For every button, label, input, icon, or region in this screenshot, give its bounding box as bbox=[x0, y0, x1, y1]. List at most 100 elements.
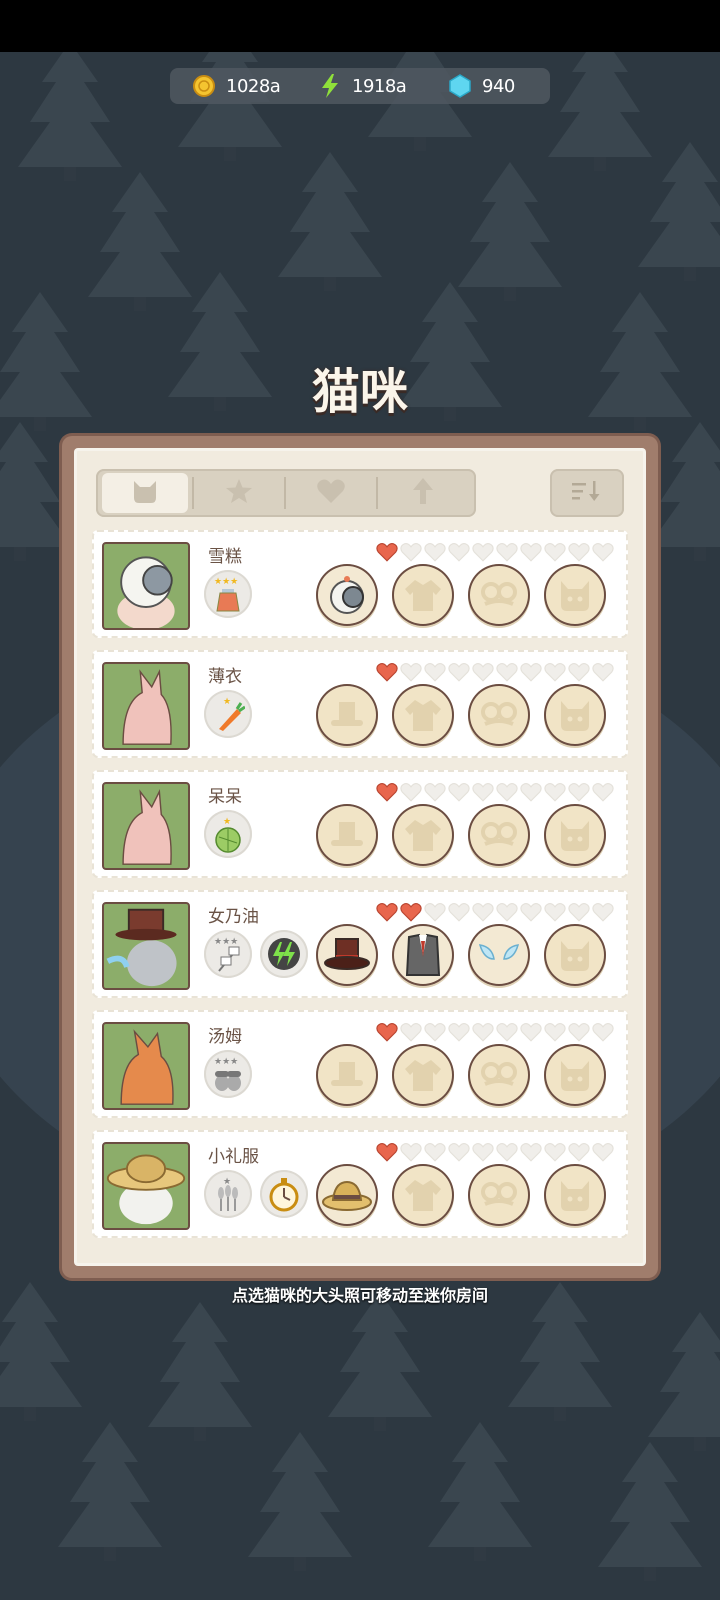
affection-hearts bbox=[376, 902, 616, 922]
cat-portrait[interactable] bbox=[102, 542, 190, 630]
affection-hearts bbox=[376, 1142, 616, 1162]
clothes-slot[interactable] bbox=[392, 1164, 454, 1226]
heart-empty-icon bbox=[496, 1022, 520, 1042]
heart-empty-icon bbox=[520, 782, 544, 802]
heart-empty-icon bbox=[520, 902, 544, 922]
hat-slot[interactable] bbox=[316, 684, 378, 746]
heart-empty-icon bbox=[568, 902, 592, 922]
heart-empty-icon bbox=[472, 542, 496, 562]
accessory-slot[interactable] bbox=[468, 1164, 530, 1226]
heart-empty-icon bbox=[472, 902, 496, 922]
heart-empty-icon bbox=[424, 902, 448, 922]
cat-row: 薄衣 ★ bbox=[92, 650, 628, 758]
lightning-icon bbox=[318, 74, 342, 98]
heart-empty-icon bbox=[520, 1142, 544, 1162]
heart-filled-icon bbox=[376, 542, 400, 562]
straw-hat-icon[interactable] bbox=[316, 1164, 378, 1226]
heart-empty-icon bbox=[424, 1022, 448, 1042]
top-hat-icon[interactable] bbox=[316, 924, 378, 986]
accessory-slot[interactable] bbox=[468, 684, 530, 746]
energy-counter: 1918a bbox=[318, 74, 407, 98]
heart-filled-icon bbox=[376, 1022, 400, 1042]
heart-empty-icon bbox=[400, 662, 424, 682]
face-slot[interactable] bbox=[544, 1044, 606, 1106]
face-slot[interactable] bbox=[544, 804, 606, 866]
svg-text:★: ★ bbox=[223, 697, 231, 707]
star-icon bbox=[225, 478, 253, 508]
accessory-slot[interactable] bbox=[468, 1044, 530, 1106]
cat-portrait[interactable] bbox=[102, 662, 190, 750]
page-title: 猫咪 bbox=[311, 364, 408, 420]
cat-portrait[interactable] bbox=[102, 782, 190, 870]
heart-filled-icon bbox=[376, 782, 400, 802]
skill-double-energy-icon[interactable] bbox=[260, 930, 308, 978]
heart-empty-icon bbox=[592, 1022, 616, 1042]
skill-cabbage-1star-icon[interactable]: ★ bbox=[204, 810, 252, 858]
heart-empty-icon bbox=[400, 542, 424, 562]
currency-bar: 1028a 1918a 940 bbox=[170, 68, 550, 104]
heart-empty-icon bbox=[448, 1022, 472, 1042]
hat-slot[interactable] bbox=[316, 804, 378, 866]
svg-text:★★★: ★★★ bbox=[214, 1057, 238, 1067]
face-slot[interactable] bbox=[544, 924, 606, 986]
heart-empty-icon bbox=[448, 782, 472, 802]
skill-acorn-3star-icon[interactable]: ★★★ bbox=[204, 1050, 252, 1098]
heart-empty-icon bbox=[592, 902, 616, 922]
cat-portrait[interactable] bbox=[102, 1142, 190, 1230]
sort-button[interactable] bbox=[550, 469, 624, 517]
skill-stopwatch-icon[interactable] bbox=[260, 1170, 308, 1218]
skill-wheat-1star-icon[interactable]: ★ bbox=[204, 1170, 252, 1218]
accessory-slot[interactable] bbox=[468, 564, 530, 626]
cat-row: 汤姆 ★★★ bbox=[92, 1010, 628, 1118]
cat-row: 女乃油 ★★★ bbox=[92, 890, 628, 998]
heart-empty-icon bbox=[592, 1142, 616, 1162]
tab-upgrade[interactable] bbox=[380, 473, 466, 513]
heart-empty-icon bbox=[592, 542, 616, 562]
svg-text:★★★: ★★★ bbox=[214, 937, 238, 947]
tab-heart[interactable] bbox=[288, 473, 374, 513]
heart-empty-icon bbox=[472, 662, 496, 682]
heart-empty-icon bbox=[424, 662, 448, 682]
skill-carrot-1star-icon[interactable]: ★ bbox=[204, 690, 252, 738]
hat-slot[interactable] bbox=[316, 1044, 378, 1106]
gem-icon bbox=[448, 74, 472, 98]
up-arrow-icon bbox=[411, 477, 435, 509]
cat-portrait[interactable] bbox=[102, 902, 190, 990]
heart-empty-icon bbox=[592, 782, 616, 802]
helmet-icon[interactable] bbox=[316, 564, 378, 626]
heart-empty-icon bbox=[472, 1142, 496, 1162]
heart-empty-icon bbox=[568, 542, 592, 562]
clothes-slot[interactable] bbox=[392, 1044, 454, 1106]
cat-portrait[interactable] bbox=[102, 1022, 190, 1110]
heart-empty-icon bbox=[568, 1142, 592, 1162]
svg-text:★★★: ★★★ bbox=[214, 577, 238, 587]
face-slot[interactable] bbox=[544, 564, 606, 626]
affection-hearts bbox=[376, 542, 616, 562]
tab-cats[interactable] bbox=[102, 473, 188, 513]
heart-empty-icon bbox=[472, 1022, 496, 1042]
heart-empty-icon bbox=[592, 662, 616, 682]
cat-row: 呆呆 ★ bbox=[92, 770, 628, 878]
clothes-slot[interactable] bbox=[392, 564, 454, 626]
wings-icon[interactable] bbox=[468, 924, 530, 986]
clothes-slot[interactable] bbox=[392, 684, 454, 746]
tab-star[interactable] bbox=[196, 473, 282, 513]
coin-icon bbox=[192, 74, 216, 98]
heart-empty-icon bbox=[400, 1142, 424, 1162]
heart-empty-icon bbox=[544, 1022, 568, 1042]
heart-empty-icon bbox=[544, 1142, 568, 1162]
affection-hearts bbox=[376, 782, 616, 802]
heart-empty-icon bbox=[448, 902, 472, 922]
skill-marshmallow-3star-icon[interactable]: ★★★ bbox=[204, 930, 252, 978]
face-slot[interactable] bbox=[544, 684, 606, 746]
affection-hearts bbox=[376, 1022, 616, 1042]
cat-name: 呆呆 bbox=[208, 787, 242, 807]
vest-icon[interactable] bbox=[392, 924, 454, 986]
accessory-slot[interactable] bbox=[468, 804, 530, 866]
skill-potion-3star-icon[interactable]: ★★★ bbox=[204, 570, 252, 618]
clothes-slot[interactable] bbox=[392, 804, 454, 866]
cat-name: 雪糕 bbox=[208, 547, 242, 567]
face-slot[interactable] bbox=[544, 1164, 606, 1226]
cat-name: 薄衣 bbox=[208, 667, 242, 687]
hint-text: 点选猫咪的大头照可移动至迷你房间 bbox=[231, 1286, 488, 1305]
